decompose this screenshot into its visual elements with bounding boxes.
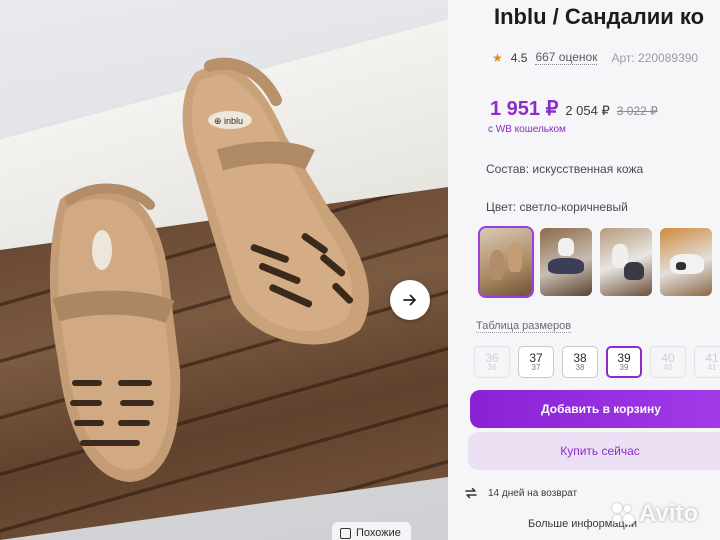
svg-text:⊕ inblu: ⊕ inblu [214,116,243,126]
color-thumbnail[interactable] [478,226,534,298]
size-sub: 39 [619,363,629,373]
color-label: Цвет: светло-коричневый [486,200,628,214]
article-number: Арт: 220089390 [611,50,699,65]
color-thumbnails [478,226,720,298]
sandal-right: ⊕ inblu [182,57,369,345]
composition: Состав: искусственная кожа [486,162,644,176]
size-sub: 38 [575,363,585,373]
size-table-link[interactable]: Таблица размеров [476,320,572,333]
wallet-note[interactable]: с WB кошельком [488,124,566,135]
size-option-36[interactable]: 36 36 [474,346,510,378]
avito-logo-icon [612,503,634,525]
reviews-link[interactable]: 667 оценок [535,50,598,65]
avito-watermark-text: Avito [639,500,699,527]
size-option-41[interactable]: 41 41 [694,346,720,378]
price-wallet: 1 951 ₽ [490,98,559,120]
price-block: 1 951 ₽ 2 054 ₽ 3 022 ₽ [490,96,658,121]
sandal-left [49,183,181,482]
price-old: 3 022 ₽ [616,104,658,118]
color-thumbnail[interactable] [600,228,652,296]
size-options: 36 36 37 37 38 38 39 39 40 40 41 41 [474,346,720,378]
size-sub: 41 [707,363,717,373]
similar-icon [340,527,351,539]
avito-watermark: Avito [612,500,698,528]
rating-value: 4.5 [510,50,528,65]
size-sub: 37 [531,363,541,373]
add-to-cart-button[interactable]: Добавить в корзину [470,390,720,428]
gallery-next-button[interactable] [390,280,430,320]
color-thumbnail[interactable] [660,228,712,296]
similar-products-button[interactable]: Похожие [332,522,411,540]
size-sub: 36 [487,363,497,373]
sandals-photo: ⊕ inblu [49,57,369,482]
product-info-panel: Inblu / Сандалии ко ★ 4.5 667 оценок Арт… [448,0,720,540]
size-option-39[interactable]: 39 39 [606,346,642,378]
product-meta: ★ 4.5 667 оценок Арт: 220089390 [492,50,698,65]
color-thumbnail[interactable] [540,228,592,296]
return-policy: 14 дней на возврат [464,486,577,500]
size-option-40[interactable]: 40 40 [650,346,686,378]
similar-label: Похожие [356,527,401,539]
return-arrows-icon [465,487,477,499]
buy-now-button[interactable]: Купить сейчас [468,432,720,470]
size-option-37[interactable]: 37 37 [518,346,554,378]
product-title: Inblu / Сандалии ко [494,4,705,29]
product-gallery: ⊕ inblu Похожие [0,0,448,540]
size-sub: 40 [663,363,673,373]
price-regular: 2 054 ₽ [565,103,610,118]
return-policy-text: 14 дней на возврат [488,487,578,499]
star-icon: ★ [492,50,503,65]
size-option-38[interactable]: 38 38 [562,346,598,378]
arrow-right-icon [403,294,416,306]
